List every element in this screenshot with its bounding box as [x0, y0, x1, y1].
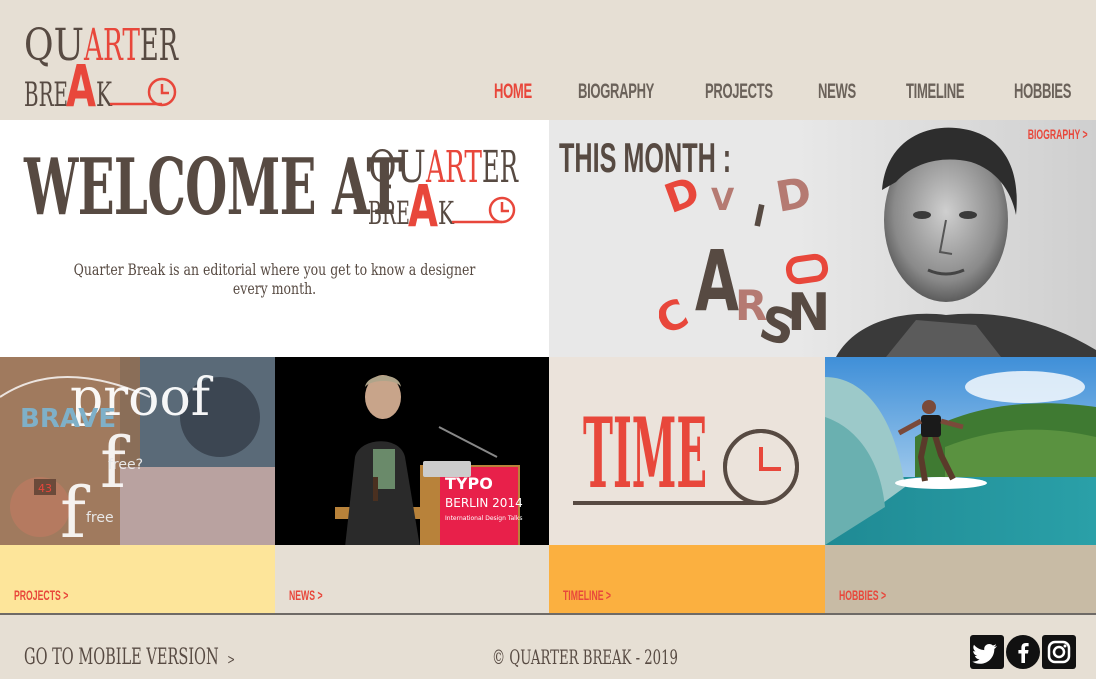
david-carson-typography: D V I D A C R S N	[659, 170, 831, 350]
facebook-icon[interactable]	[1006, 635, 1040, 669]
svg-text:D: D	[659, 170, 706, 223]
timeline-tile[interactable]: TIMELINE >	[549, 545, 825, 613]
nav-timeline[interactable]: TIMELINE	[906, 80, 965, 104]
news-link[interactable]: NEWS >	[289, 587, 323, 603]
nav-hobbies[interactable]: HOBBIES	[1014, 80, 1071, 104]
site-header: QU ART ER BRE A K HOME BIOGRAPHY PROJECT…	[0, 0, 1096, 120]
welcome-title: WELCOME AT	[24, 142, 402, 233]
svg-text:I: I	[750, 198, 768, 235]
copyright-text: © QUARTER BREAK - 2019	[492, 645, 678, 669]
svg-text:BERLIN 2014: BERLIN 2014	[445, 496, 523, 510]
svg-text:International Design Talks: International Design Talks	[445, 515, 522, 522]
svg-text:43: 43	[38, 482, 52, 495]
news-image[interactable]: TYPO BERLIN 2014 International Design Ta…	[275, 357, 549, 545]
svg-text:V: V	[711, 183, 735, 218]
mobile-version-link[interactable]: GO TO MOBILE VERSION >	[24, 645, 235, 670]
timeline-link[interactable]: TIMELINE >	[563, 587, 611, 603]
svg-text:D: D	[772, 170, 815, 222]
nav-news[interactable]: NEWS	[818, 80, 856, 104]
welcome-panel: WELCOME AT QU ART ER BRE A K Quarter Bre…	[0, 120, 549, 357]
projects-image[interactable]: proof BRAVE f f free? free 43	[0, 357, 275, 545]
svg-text:ER: ER	[482, 142, 519, 193]
site-footer: GO TO MOBILE VERSION > © QUARTER BREAK -…	[0, 615, 1096, 679]
svg-text:free?: free?	[108, 457, 143, 473]
this-month-panel: THIS MONTH : BIOGRAPHY > D V I D A C R S…	[549, 120, 1096, 357]
news-tile[interactable]: NEWS >	[275, 545, 549, 613]
time-word: TIME	[583, 397, 707, 510]
instagram-icon[interactable]	[1042, 635, 1076, 669]
nav-biography[interactable]: BIOGRAPHY	[578, 80, 654, 104]
nav-projects[interactable]: PROJECTS	[705, 80, 773, 104]
svg-text:C: C	[659, 290, 695, 344]
main-nav: HOME BIOGRAPHY PROJECTS NEWS TIMELINE HO…	[0, 80, 1096, 110]
mobile-version-arrow: >	[227, 652, 235, 668]
svg-text:A: A	[695, 232, 739, 330]
projects-link[interactable]: PROJECTS >	[14, 587, 68, 603]
welcome-description: Quarter Break is an editorial where you …	[73, 260, 476, 298]
svg-text:N: N	[787, 283, 831, 343]
projects-tile[interactable]: PROJECTS >	[0, 545, 275, 613]
mobile-version-label: GO TO MOBILE VERSION	[24, 645, 219, 670]
logo-er: ER	[140, 20, 179, 71]
hobbies-tile[interactable]: HOBBIES >	[825, 545, 1096, 613]
svg-text:A: A	[408, 172, 438, 228]
svg-text:BRE: BRE	[368, 194, 410, 228]
timeline-image[interactable]: TIME	[549, 357, 825, 545]
hobbies-image[interactable]	[825, 357, 1096, 545]
svg-text:free: free	[86, 510, 114, 526]
biography-link[interactable]: BIOGRAPHY >	[1028, 126, 1088, 142]
twitter-icon[interactable]	[970, 635, 1004, 669]
nav-home[interactable]: HOME	[494, 80, 532, 104]
hobbies-link[interactable]: HOBBIES >	[839, 587, 886, 603]
welcome-logo: QU ART ER BRE A K	[368, 142, 519, 228]
